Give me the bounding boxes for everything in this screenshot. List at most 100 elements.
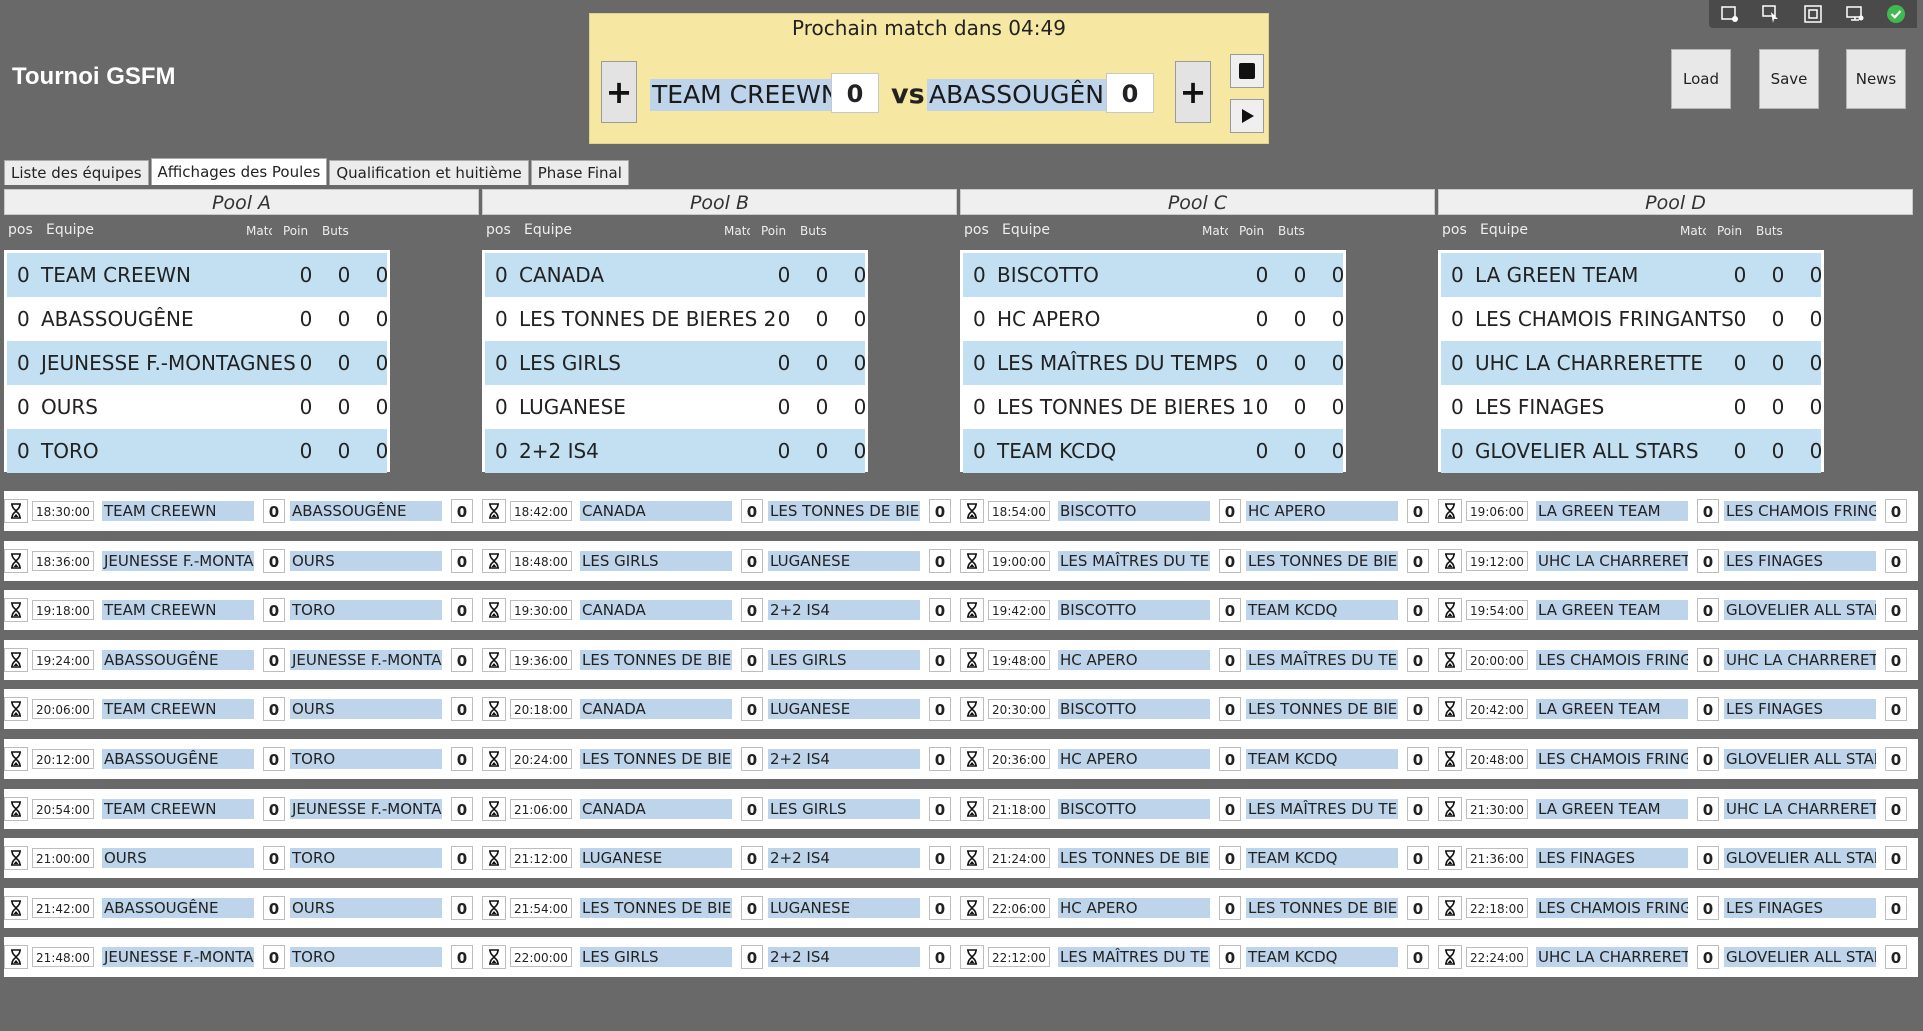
match-score-b[interactable]: 0: [929, 499, 951, 523]
match-score-a[interactable]: 0: [263, 945, 285, 970]
match-score-a[interactable]: 0: [263, 647, 285, 672]
match-score-a[interactable]: 0: [1697, 747, 1719, 771]
standings-row[interactable]: 0 OURS 0 0 0: [7, 385, 388, 429]
tab-team-list[interactable]: Liste des équipes: [4, 160, 149, 185]
match-time[interactable]: 20:18:00: [510, 699, 572, 720]
match-score-b[interactable]: 0: [451, 945, 473, 970]
save-button[interactable]: Save: [1759, 49, 1819, 109]
match-time[interactable]: 22:00:00: [510, 947, 572, 968]
display-settings-icon[interactable]: [1843, 3, 1867, 25]
add-goal-team-a-button[interactable]: +: [601, 61, 637, 123]
standings-row[interactable]: 0 LES MAÎTRES DU TEMPS 0 0 0: [963, 341, 1344, 385]
match-score-b[interactable]: 0: [451, 747, 473, 771]
match-score-a[interactable]: 0: [263, 895, 285, 920]
match-score-a[interactable]: 0: [741, 747, 763, 771]
match-time[interactable]: 21:48:00: [32, 947, 94, 968]
match-score-a[interactable]: 0: [263, 796, 285, 821]
standings-row[interactable]: 0 TORO 0 0 0: [7, 429, 388, 473]
start-match-button[interactable]: [960, 846, 984, 871]
standings-row[interactable]: 0 CANADA 0 0 0: [485, 253, 866, 297]
standings-row[interactable]: 0 GLOVELIER ALL STARS 0 0 0: [1441, 429, 1822, 473]
start-match-button[interactable]: [1438, 647, 1462, 672]
match-time[interactable]: 22:06:00: [988, 897, 1050, 918]
start-match-button[interactable]: [960, 548, 984, 573]
match-time[interactable]: 22:12:00: [988, 947, 1050, 968]
frame-icon[interactable]: [1801, 3, 1825, 25]
standings-row[interactable]: 0 BISCOTTO 0 0 0: [963, 253, 1344, 297]
match-time[interactable]: 21:00:00: [32, 848, 94, 869]
match-time[interactable]: 18:36:00: [32, 550, 94, 571]
match-score-b[interactable]: 0: [1407, 598, 1429, 623]
match-time[interactable]: 20:54:00: [32, 798, 94, 819]
match-time[interactable]: 18:30:00: [32, 501, 94, 521]
match-time[interactable]: 20:06:00: [32, 699, 94, 720]
start-match-button[interactable]: [1438, 499, 1462, 523]
match-score-b[interactable]: 0: [1885, 895, 1907, 920]
match-score-a[interactable]: 0: [741, 598, 763, 623]
start-match-button[interactable]: [482, 499, 506, 523]
start-match-button[interactable]: [1438, 945, 1462, 970]
match-time[interactable]: 20:12:00: [32, 749, 94, 769]
match-score-a[interactable]: 0: [1697, 846, 1719, 871]
start-match-button[interactable]: [960, 895, 984, 920]
match-time[interactable]: 20:42:00: [1466, 699, 1528, 720]
start-match-button[interactable]: [960, 647, 984, 672]
standings-row[interactable]: 0 JEUNESSE F.-MONTAGNES 0 0 0: [7, 341, 388, 385]
next-match-score-a[interactable]: 0: [831, 73, 879, 113]
standings-row[interactable]: 0 UHC LA CHARRERETTE 0 0 0: [1441, 341, 1822, 385]
standings-row[interactable]: 0 LES TONNES DE BIERES 1000: [963, 385, 1344, 429]
match-score-a[interactable]: 0: [1219, 895, 1241, 920]
match-score-b[interactable]: 0: [451, 499, 473, 523]
start-match-button[interactable]: [1438, 846, 1462, 871]
match-score-b[interactable]: 0: [1407, 945, 1429, 970]
standings-row[interactable]: 0 LES TONNES DE BIERES 2000: [485, 297, 866, 341]
settings-window-icon[interactable]: [1718, 3, 1742, 25]
match-time[interactable]: 19:18:00: [32, 600, 94, 621]
start-match-button[interactable]: [960, 598, 984, 623]
match-score-a[interactable]: 0: [1697, 548, 1719, 573]
match-score-a[interactable]: 0: [1219, 647, 1241, 672]
start-match-button[interactable]: [4, 647, 28, 672]
match-time[interactable]: 19:12:00: [1466, 550, 1528, 571]
match-score-b[interactable]: 0: [929, 548, 951, 573]
start-match-button[interactable]: [4, 598, 28, 623]
match-score-b[interactable]: 0: [1885, 548, 1907, 573]
match-score-a[interactable]: 0: [1697, 647, 1719, 672]
match-score-b[interactable]: 0: [451, 548, 473, 573]
match-score-a[interactable]: 0: [741, 499, 763, 523]
match-score-b[interactable]: 0: [451, 697, 473, 722]
match-score-b[interactable]: 0: [1885, 796, 1907, 821]
match-time[interactable]: 18:48:00: [510, 550, 572, 571]
match-time[interactable]: 21:06:00: [510, 798, 572, 819]
match-score-b[interactable]: 0: [929, 796, 951, 821]
match-score-b[interactable]: 0: [1885, 647, 1907, 672]
start-match-button[interactable]: [482, 747, 506, 771]
match-time[interactable]: 18:42:00: [510, 501, 572, 521]
match-score-b[interactable]: 0: [1885, 598, 1907, 623]
tab-pool-display[interactable]: Affichages des Poules: [150, 158, 328, 185]
start-match-button[interactable]: [960, 697, 984, 722]
start-match-button[interactable]: [4, 499, 28, 523]
standings-row[interactable]: 0 LUGANESE 0 0 0: [485, 385, 866, 429]
match-score-a[interactable]: 0: [741, 846, 763, 871]
start-match-button[interactable]: [1438, 747, 1462, 771]
start-match-button[interactable]: [960, 796, 984, 821]
match-score-a[interactable]: 0: [1697, 697, 1719, 722]
start-match-button[interactable]: [960, 747, 984, 771]
match-time[interactable]: 20:00:00: [1466, 649, 1528, 670]
match-score-a[interactable]: 0: [741, 548, 763, 573]
match-time[interactable]: 19:42:00: [988, 600, 1050, 621]
match-score-b[interactable]: 0: [1885, 747, 1907, 771]
match-time[interactable]: 20:24:00: [510, 749, 572, 769]
match-score-a[interactable]: 0: [1697, 796, 1719, 821]
match-time[interactable]: 19:36:00: [510, 649, 572, 670]
match-score-b[interactable]: 0: [1885, 945, 1907, 970]
match-score-a[interactable]: 0: [1697, 598, 1719, 623]
match-time[interactable]: 19:00:00: [988, 550, 1050, 571]
news-button[interactable]: News: [1846, 49, 1906, 109]
start-match-button[interactable]: [960, 499, 984, 523]
start-match-button[interactable]: [482, 846, 506, 871]
play-button[interactable]: [1230, 99, 1264, 133]
start-match-button[interactable]: [482, 945, 506, 970]
match-time[interactable]: 21:36:00: [1466, 848, 1528, 869]
